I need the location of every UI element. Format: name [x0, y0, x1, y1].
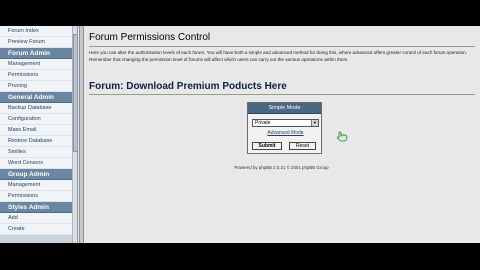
sidebar-item-mass-email[interactable]: Mass Email — [0, 125, 77, 136]
sidebar-section-styles-admin: Styles Admin — [0, 202, 77, 213]
advanced-mode-link[interactable]: Advanced Mode — [248, 130, 323, 136]
sidebar-section-group-admin: Group Admin — [0, 169, 77, 180]
permission-level-value: Private — [255, 120, 271, 126]
forum-name-heading: Forum: Download Premium Poducts Here — [89, 81, 287, 92]
sidebar-section-general-admin: General Admin — [0, 92, 77, 103]
admin-panel-window: Forum Index Preview Forum Forum Admin Ma… — [0, 26, 480, 243]
permission-level-select[interactable]: Private ▼ — [252, 119, 319, 127]
permissions-form: Simple Mode Private ▼ Advanced Mode Subm… — [247, 102, 322, 154]
page-title: Forum Permissions Control — [89, 32, 211, 43]
sidebar-item-backup-database[interactable]: Backup Database — [0, 103, 77, 114]
chevron-down-icon[interactable]: ▼ — [311, 120, 318, 126]
section-divider — [89, 94, 475, 95]
sidebar-item-word-censors[interactable]: Word Censors — [0, 158, 77, 169]
sidebar-item-group-permissions[interactable]: Permissions — [0, 191, 77, 202]
reset-button[interactable]: Reset — [289, 142, 316, 150]
sidebar-item-forum-index[interactable]: Forum Index — [0, 26, 77, 37]
powered-by-footer: Powered by phpBB 2.0.21 © 2001 phpBB Gro… — [234, 165, 329, 170]
main-content: Forum Permissions Control Here you can a… — [84, 26, 480, 243]
sidebar-item-styles-create[interactable]: Create — [0, 224, 77, 235]
sidebar-item-pruning[interactable]: Pruning — [0, 81, 77, 92]
form-header: Simple Mode — [248, 103, 321, 114]
sidebar-scrollbar[interactable] — [72, 26, 77, 243]
sidebar-item-preview-forum[interactable]: Preview Forum — [0, 37, 77, 48]
hand-cursor-icon — [337, 131, 348, 142]
sidebar-item-group-management[interactable]: Management — [0, 180, 77, 191]
sidebar-item-styles-add[interactable]: Add — [0, 213, 77, 224]
sidebar-item-configuration[interactable]: Configuration — [0, 114, 77, 125]
submit-button[interactable]: Submit — [252, 142, 282, 150]
title-divider — [89, 46, 475, 47]
sidebar-scroll-thumb[interactable] — [73, 34, 77, 152]
intro-text: Here you can alter the authorisation lev… — [89, 50, 468, 62]
admin-sidebar: Forum Index Preview Forum Forum Admin Ma… — [0, 26, 78, 243]
sidebar-item-forum-permissions[interactable]: Permissions — [0, 70, 77, 81]
sidebar-section-forum-admin: Forum Admin — [0, 48, 77, 59]
sidebar-item-forum-management[interactable]: Management — [0, 59, 77, 70]
sidebar-item-smilies[interactable]: Smilies — [0, 147, 77, 158]
sidebar-item-restore-database[interactable]: Restore Database — [0, 136, 77, 147]
